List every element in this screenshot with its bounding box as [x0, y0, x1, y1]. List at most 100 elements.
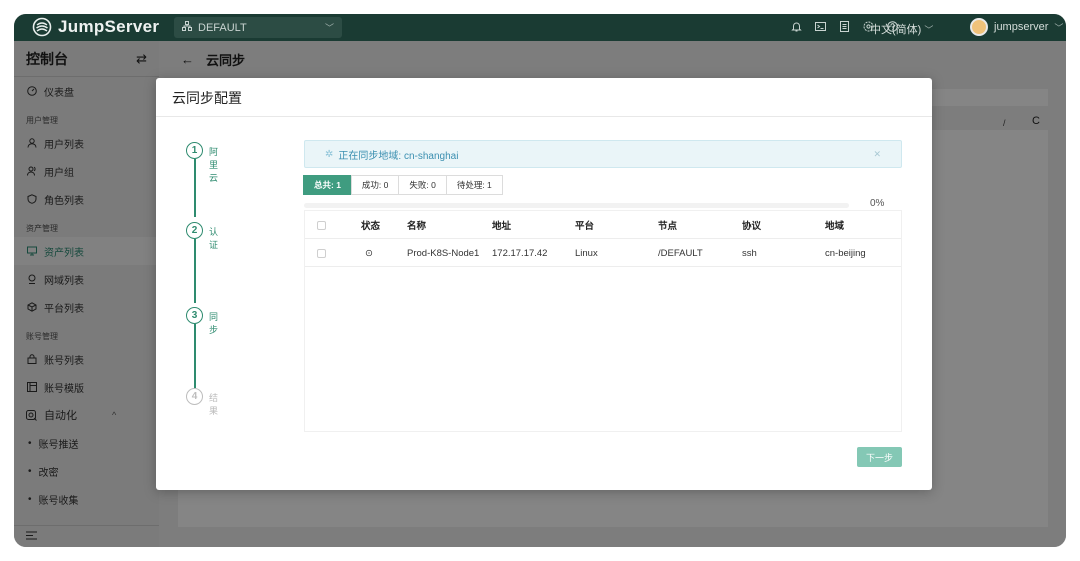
status-filters: 总共: 1 成功: 0 失败: 0 待处理: 1	[303, 175, 503, 195]
role-icon	[26, 194, 37, 205]
sidebar-group-text: 账号管理	[26, 332, 58, 341]
sidebar-item[interactable]: 平台列表	[14, 293, 159, 321]
sidebar-item-label: 账号收集	[38, 495, 79, 507]
bell-icon[interactable]	[790, 20, 802, 32]
sidebar-item[interactable]: 资产列表	[14, 237, 159, 265]
loading-icon: ✲	[325, 148, 334, 160]
sidebar-item[interactable]: 角色列表	[14, 185, 159, 213]
sidebar-group-text: 资产管理	[26, 224, 58, 233]
sidebar-item[interactable]: 账号模版	[14, 373, 159, 401]
close-icon[interactable]: ✕	[873, 149, 881, 160]
template-icon	[26, 382, 37, 393]
page-title: 云同步	[206, 52, 246, 68]
sidebar-subitem[interactable]: • 账号推送	[14, 429, 159, 457]
sidebar-item-label: 平台列表	[44, 303, 84, 315]
progress-bar	[304, 203, 849, 208]
col-platform: 平台	[575, 221, 595, 232]
back-arrow-icon[interactable]: ←	[181, 52, 194, 67]
row-node: /DEFAULT	[658, 247, 703, 259]
automation-icon	[26, 409, 37, 421]
sidebar-item[interactable]: 用户组	[14, 157, 159, 185]
swap-icon[interactable]: ⇄	[136, 51, 147, 67]
sidebar-item[interactable]: 仪表盘	[14, 77, 159, 105]
row-protocol: ssh	[742, 247, 757, 259]
username: jumpserver	[994, 21, 1049, 33]
org-value: DEFAULT	[198, 21, 247, 34]
chevron-up-icon: ^	[112, 410, 117, 420]
chevron-down-icon: ﹀	[1054, 22, 1064, 33]
users-icon	[26, 166, 37, 177]
sidebar-item-label: 用户组	[44, 167, 74, 179]
step-1-label: 阿里云	[209, 147, 219, 183]
org-icon	[182, 21, 192, 34]
step-line	[194, 239, 196, 303]
sidebar-item[interactable]: 账号列表	[14, 345, 159, 373]
jumpserver-logo-icon	[32, 17, 52, 37]
step-line	[194, 159, 196, 217]
refresh-icon[interactable]: C	[1032, 115, 1040, 127]
sidebar-item-label: 账号模版	[44, 383, 84, 395]
sidebar-header: 控制台 ⇄	[14, 41, 159, 77]
row-region: cn-beijing	[825, 247, 866, 259]
document-icon[interactable]	[838, 20, 850, 32]
step-3-label: 同步	[209, 312, 219, 335]
sidebar-item[interactable]: 自动化 ^	[14, 401, 159, 429]
sidebar-group-label: 账号管理	[14, 321, 159, 345]
row-platform: Linux	[575, 247, 598, 259]
sidebar-subitem[interactable]: • 账号收集	[14, 485, 159, 513]
bullet-icon: •	[28, 493, 32, 505]
collapse-menu-icon[interactable]	[26, 531, 37, 543]
filter-total[interactable]: 总共: 1	[303, 175, 352, 195]
sidebar-group-text: 用户管理	[26, 116, 58, 125]
account-icon	[26, 354, 37, 365]
background-slash: /	[1003, 118, 1006, 128]
step-4-circle: 4	[186, 388, 203, 405]
select-all-checkbox[interactable]	[317, 220, 326, 230]
step-1-circle: 1	[186, 142, 203, 159]
sidebar-item[interactable]: 用户列表	[14, 129, 159, 157]
brand-name: JumpServer	[58, 17, 160, 36]
org-selector[interactable]: DEFAULT ﹀	[174, 17, 342, 38]
domain-icon	[26, 274, 37, 285]
row-checkbox[interactable]	[317, 248, 326, 258]
col-region: 地域	[825, 221, 845, 232]
bullet-icon: •	[28, 437, 32, 449]
page-header: ← 云同步	[159, 41, 1066, 77]
chevron-down-icon: ﹀	[324, 23, 334, 33]
sidebar-item-label: 自动化	[44, 410, 77, 422]
user-menu[interactable]: jumpserver ﹀	[970, 18, 1063, 36]
terminal-icon[interactable]	[814, 20, 826, 32]
col-node: 节点	[658, 221, 678, 232]
row-name: Prod-K8S-Node1	[407, 247, 480, 259]
sidebar-item-label: 改密	[38, 467, 59, 479]
avatar	[970, 18, 988, 36]
filter-failed[interactable]: 失败: 0	[398, 175, 447, 195]
filter-pending[interactable]: 待处理: 1	[445, 175, 503, 195]
select-all-cell	[317, 211, 326, 239]
modal-divider	[156, 116, 932, 117]
next-step-button[interactable]: 下一步	[857, 447, 902, 467]
cloud-sync-modal: 云同步配置 1 阿里云 2 认证 3 同步 4 结果 ✲ 正在同步地域: cn-…	[156, 78, 932, 490]
table-row[interactable]: ⊙ Prod-K8S-Node1 172.17.17.42 Linux /DEF…	[305, 239, 901, 267]
sidebar-item-label: 资产列表	[44, 247, 84, 259]
table-header-row: 状态 名称 地址 平台 节点 协议 地域	[305, 211, 901, 239]
sidebar-subitem[interactable]: • 改密	[14, 457, 159, 485]
row-address: 172.17.17.42	[492, 247, 548, 259]
filter-success[interactable]: 成功: 0	[350, 175, 400, 195]
step-4-label: 结果	[209, 393, 219, 416]
platform-icon	[26, 302, 37, 313]
step-2-label: 认证	[209, 227, 219, 250]
assets-table: 状态 名称 地址 平台 节点 协议 地域 ⊙ Prod-K8S-Node1 17…	[304, 210, 902, 432]
row-select-cell	[317, 239, 326, 267]
sidebar-item-label: 账号列表	[44, 355, 84, 367]
col-address: 地址	[492, 221, 512, 232]
dashboard-icon	[26, 86, 37, 97]
sidebar-item[interactable]: 网域列表	[14, 265, 159, 293]
modal-title: 云同步配置	[172, 90, 242, 106]
language-selector[interactable]: 中文(简体) ﹀	[870, 21, 933, 37]
progress-text: 0%	[870, 198, 885, 209]
brand-logo[interactable]: JumpServer	[32, 17, 159, 37]
sidebar-item-label: 网域列表	[44, 275, 84, 287]
col-name: 名称	[407, 221, 427, 232]
step-2-circle: 2	[186, 222, 203, 239]
